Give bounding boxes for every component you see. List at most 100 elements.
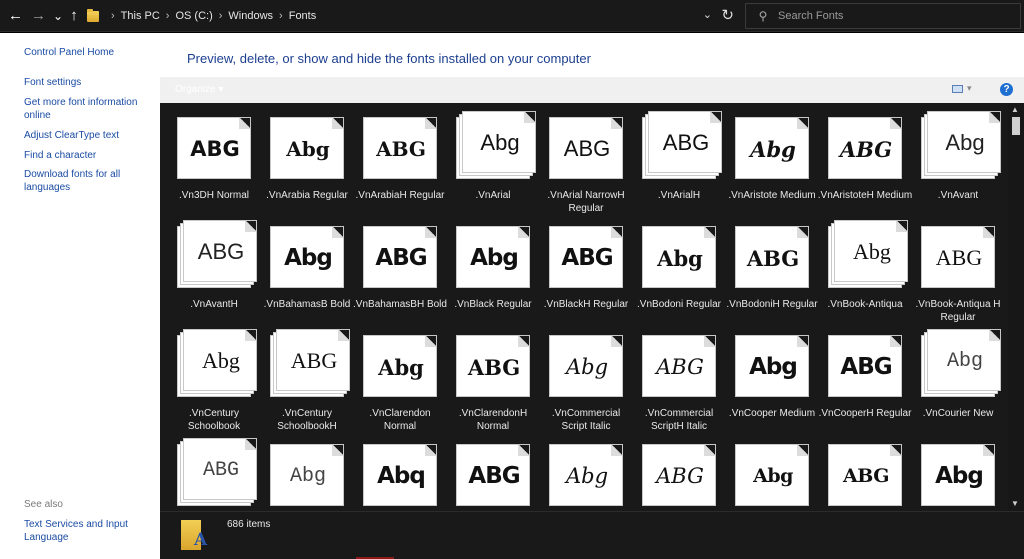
font-tile[interactable]: ABG .VnBahamasBH Bold	[353, 214, 447, 324]
font-name-label: .VnAvantH	[190, 299, 238, 310]
font-name-label: .VnCommercial ScriptH Italic	[644, 408, 714, 432]
breadcrumb-os-c[interactable]: OS (C:)	[175, 10, 212, 22]
font-tile[interactable]: Abg .VnCommercial Script Italic	[542, 323, 630, 433]
font-preview-page: ABG	[456, 444, 530, 506]
font-preview-page: ABG	[183, 438, 257, 500]
font-tile[interactable]: ABG .VnArabiaH Regular	[356, 105, 444, 215]
font-tile[interactable]: ABG .VnArial NarrowH Regular	[542, 105, 630, 215]
font-preview-page: ABG	[828, 335, 902, 397]
download-fonts-link[interactable]: Download fonts for all languages	[24, 168, 149, 194]
font-settings-link[interactable]: Font settings	[24, 76, 149, 89]
status-bar: A 686 items	[160, 511, 1024, 559]
font-tile[interactable]: ABG .VnBodoniH Regular	[726, 214, 818, 324]
control-panel-home-link[interactable]: Control Panel Home	[24, 46, 149, 59]
font-tile[interactable]: ABG .VnCooperH Regular	[819, 323, 911, 433]
breadcrumb-this-pc[interactable]: This PC	[121, 10, 160, 22]
font-sample-text: ABG	[375, 245, 427, 271]
help-icon[interactable]: ?	[1000, 83, 1013, 96]
up-arrow-icon[interactable]: ↑	[67, 7, 81, 25]
font-tile[interactable]: ABG .VnClarendonH Normal	[449, 323, 537, 433]
font-tile[interactable]: Abg .VnBodoni Regular	[635, 214, 723, 324]
vertical-scrollbar[interactable]: ▲ ▼	[1008, 103, 1024, 511]
search-input[interactable]	[778, 10, 1008, 22]
font-tile[interactable]: Abg	[263, 432, 351, 511]
font-sample-text: ABG	[662, 130, 710, 155]
font-preview-page: Abg	[642, 226, 716, 288]
font-preview-page: ABG	[735, 226, 809, 288]
font-tile[interactable]: Abg .VnBlack Regular	[449, 214, 537, 324]
text-services-link[interactable]: Text Services and Input Language	[24, 518, 149, 544]
font-tile[interactable]: ABG .VnAvantH	[170, 214, 258, 324]
font-tile[interactable]: ABG .Vn3DH Normal	[170, 105, 258, 215]
font-tile[interactable]: Abg .VnClarendon Normal	[356, 323, 444, 433]
font-tile[interactable]: ABG .VnArialH	[635, 105, 723, 215]
find-a-character-link[interactable]: Find a character	[24, 149, 149, 162]
font-sample-text: Abg	[749, 354, 798, 380]
font-name-label: .VnAristote Medium	[728, 190, 816, 201]
font-tile[interactable]: Abg	[914, 432, 1002, 511]
font-preview-page: ABG	[363, 226, 437, 288]
forward-arrow-icon[interactable]: →	[31, 7, 46, 25]
font-sample-text: ABG	[840, 354, 892, 380]
font-sample-text: Abg	[470, 245, 519, 271]
font-sample-text: Abg	[480, 130, 520, 155]
font-tile[interactable]: ABG	[449, 432, 537, 511]
adjust-cleartype-link[interactable]: Adjust ClearType text	[24, 129, 149, 142]
font-tile[interactable]: Abg .VnAvant	[914, 105, 1002, 215]
font-preview-page: ABG	[642, 335, 716, 397]
font-tile[interactable]: ABG .VnBlackH Regular	[542, 214, 630, 324]
scroll-up-icon[interactable]: ▲	[1011, 105, 1019, 114]
font-sample-text: Abg	[657, 245, 703, 271]
font-tile[interactable]: ABG .VnCommercial ScriptH Italic	[635, 323, 723, 433]
font-sample-text: Abg	[286, 137, 330, 161]
breadcrumb-fonts[interactable]: Fonts	[289, 10, 317, 22]
font-sample-text: ABG	[290, 348, 338, 373]
search-box[interactable]: ⚲	[745, 3, 1021, 29]
font-tile[interactable]: ABG .VnBook-Antiqua H Regular	[914, 214, 1002, 324]
font-tile[interactable]: Abg	[728, 432, 816, 511]
back-arrow-icon[interactable]: ←	[8, 7, 23, 25]
font-preview-page: ABG	[648, 111, 722, 173]
font-tile[interactable]: ABG .VnAristoteH Medium	[818, 105, 912, 215]
font-name-label: .VnBlack Regular	[454, 299, 532, 310]
font-name-label: .VnArabia Regular	[266, 190, 348, 201]
font-tile[interactable]: Abg .VnArabia Regular	[263, 105, 351, 215]
font-name-label: .VnCooperH Regular	[818, 408, 912, 419]
font-tile[interactable]: Abq	[356, 432, 444, 511]
font-tile[interactable]: Abg .VnArial	[449, 105, 537, 215]
breadcrumb-windows[interactable]: Windows	[228, 10, 273, 22]
font-tile[interactable]: ABG	[170, 432, 258, 511]
font-tile[interactable]: Abg .VnBahamasB Bold	[263, 214, 351, 324]
font-sample-text: Abg	[284, 245, 333, 271]
font-tile[interactable]: Abg .VnCourier New	[914, 323, 1002, 433]
font-name-label: .VnArial	[475, 190, 511, 201]
font-tile[interactable]: Abg	[542, 432, 630, 511]
font-sample-text: Abq	[377, 463, 426, 489]
change-view-button[interactable]: ▾	[952, 83, 974, 96]
scroll-down-icon[interactable]: ▼	[1011, 499, 1019, 508]
font-tile[interactable]: ABG	[635, 432, 723, 511]
font-sample-text: Abg	[853, 239, 891, 264]
font-tile[interactable]: ABG	[821, 432, 909, 511]
font-name-label: .VnBodoni Regular	[637, 299, 721, 310]
address-toolbar: ← → ⌄ ↑ › This PC › OS (C:) › Windows › …	[0, 0, 1024, 32]
refresh-icon[interactable]: ↻	[721, 6, 734, 24]
address-bar[interactable]: › This PC › OS (C:) › Windows › Fonts ⌄ …	[84, 3, 740, 29]
recent-locations-chevron-icon[interactable]: ⌄	[52, 7, 64, 25]
organize-button[interactable]: Organize ▾	[175, 84, 223, 95]
font-tile[interactable]: Abg .VnBook-Antiqua	[821, 214, 909, 324]
font-preview-page: Abg	[183, 329, 257, 391]
font-preview-page: ABG	[828, 117, 902, 179]
font-tile[interactable]: Abg .VnCooper Medium	[728, 323, 816, 433]
font-sample-text: Abg	[753, 465, 793, 487]
font-tile[interactable]: Abg .VnAristote Medium	[728, 105, 816, 215]
address-dropdown-icon[interactable]: ⌄	[703, 8, 712, 21]
font-name-label: .VnBlackH Regular	[543, 299, 629, 310]
chevron-down-icon: ▾	[967, 83, 972, 93]
scrollbar-thumb[interactable]	[1012, 117, 1020, 135]
font-tile[interactable]: Abg .VnCentury Schoolbook	[170, 323, 258, 433]
page-title: Preview, delete, or show and hide the fo…	[187, 51, 591, 66]
font-name-label: .VnArabiaH Regular	[355, 190, 445, 201]
get-more-font-info-link[interactable]: Get more font information online	[24, 96, 149, 122]
font-tile[interactable]: ABG .VnCentury SchoolbookH	[263, 323, 351, 433]
